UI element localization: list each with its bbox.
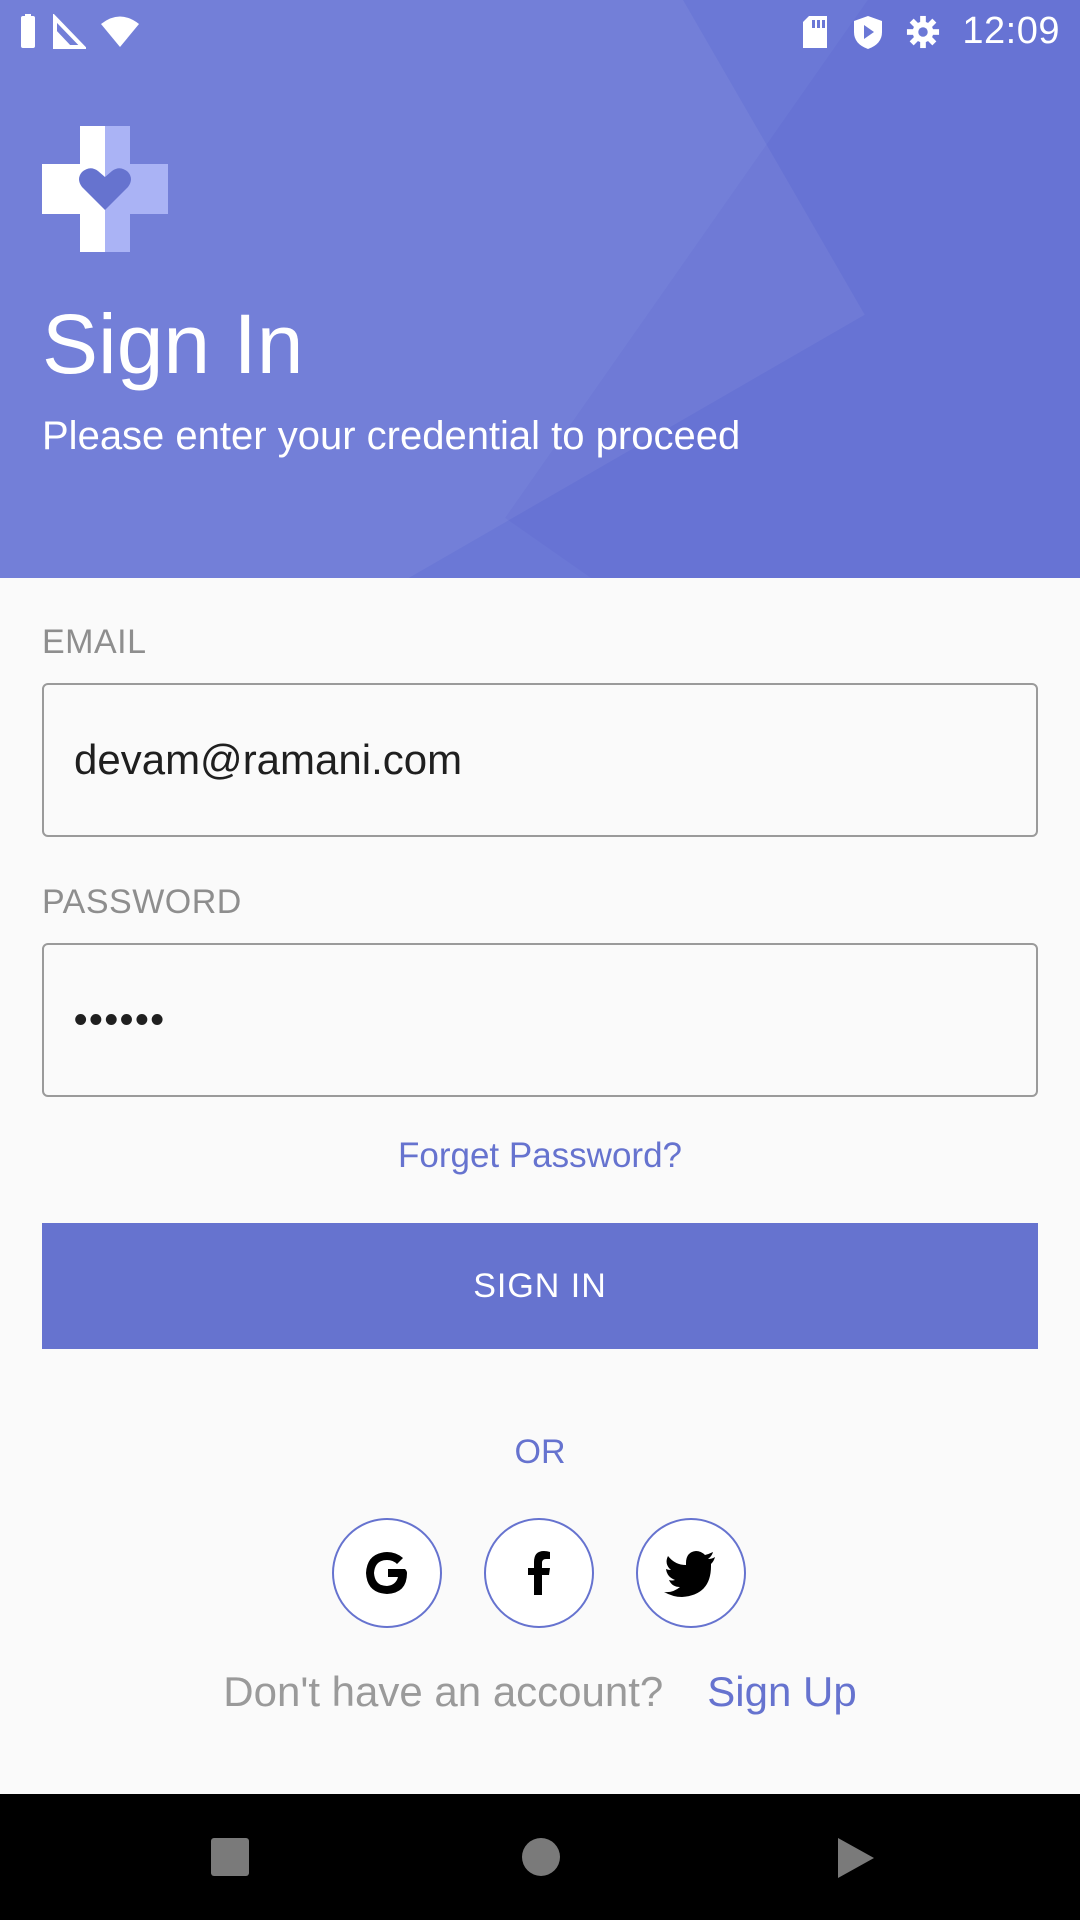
password-field[interactable]: ••••••: [42, 943, 1038, 1097]
signal-icon: [53, 14, 86, 49]
medical-cross-heart-icon: [42, 126, 168, 252]
facebook-login-button[interactable]: [484, 1518, 594, 1628]
facebook-icon: [528, 1551, 550, 1595]
no-account-text: Don't have an account?: [223, 1668, 664, 1715]
settings-gear-icon: [907, 15, 940, 48]
google-icon: [366, 1552, 407, 1594]
back-icon[interactable]: [834, 1836, 876, 1880]
status-bar: 12:09: [0, 0, 1080, 64]
header-banner: 12:09 Sign In Please enter your credenti…: [0, 0, 1080, 578]
sd-card-icon: [803, 15, 828, 48]
or-divider-text: OR: [514, 1433, 566, 1471]
email-label: EMAIL: [42, 623, 147, 661]
battery-icon: [21, 14, 35, 48]
shield-play-icon: [854, 15, 883, 49]
sign-in-button[interactable]: SIGN IN: [42, 1223, 1038, 1349]
recents-icon[interactable]: [209, 1836, 251, 1878]
email-value: devam@ramani.com: [74, 736, 463, 783]
navigation-bar: [0, 1794, 1080, 1920]
forgot-password-link[interactable]: Forget Password?: [0, 1136, 1080, 1176]
email-field[interactable]: devam@ramani.com: [42, 683, 1038, 837]
signup-prompt: Don't have an account? Sign Up: [0, 1668, 1080, 1716]
status-right-icons: 12:09: [800, 10, 1060, 53]
social-login-buttons: [332, 1518, 746, 1628]
sign-up-link[interactable]: Sign Up: [707, 1668, 856, 1716]
password-label: PASSWORD: [42, 883, 242, 921]
password-value: ••••••: [74, 998, 166, 1041]
google-login-button[interactable]: [332, 1518, 442, 1628]
twitter-login-button[interactable]: [636, 1518, 746, 1628]
page-title: Sign In: [42, 297, 304, 391]
wifi-icon: [101, 16, 139, 47]
page-subtitle: Please enter your credential to proceed: [42, 414, 741, 458]
home-icon[interactable]: [520, 1836, 562, 1878]
status-left-icons: [18, 14, 140, 50]
twitter-icon: [664, 1551, 715, 1597]
clock: 12:09: [962, 10, 1060, 52]
